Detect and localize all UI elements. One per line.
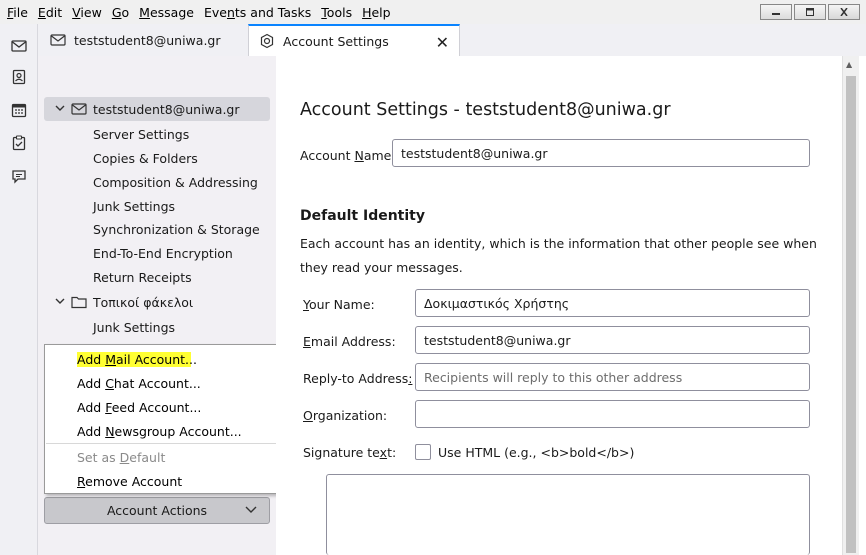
maximize-button[interactable] <box>794 4 826 20</box>
account-actions-label: Account Actions <box>106 503 208 518</box>
maximize-icon <box>806 8 814 16</box>
email-address-label: Email Address: <box>303 334 396 349</box>
tree-local-folders[interactable]: Τοπικοί φάκελοι <box>44 290 270 314</box>
tree-item-label: Composition & Addressing <box>93 174 258 190</box>
chevron-down-icon[interactable] <box>52 104 68 115</box>
account-name-field[interactable] <box>392 139 810 167</box>
tree-account-label: teststudent8@uniwa.gr <box>93 101 240 117</box>
menu-file[interactable]: File <box>3 5 32 20</box>
chat-icon[interactable] <box>9 166 29 186</box>
page-title: Account Settings - teststudent8@uniwa.gr <box>300 100 671 120</box>
tab-account-settings[interactable]: Account Settings ✕ <box>248 24 460 56</box>
organization-field[interactable] <box>415 400 810 428</box>
tree-item-copies-folders[interactable]: Copies & Folders <box>44 146 270 170</box>
organization-label: Organization: <box>303 408 388 423</box>
your-name-label: Your Name: <box>303 297 375 312</box>
menu-set-as-default: Set as Default <box>77 450 166 465</box>
menu-tools[interactable]: Tools <box>317 5 356 20</box>
minimize-button[interactable] <box>760 4 792 20</box>
menu-separator <box>46 443 292 444</box>
account-actions-button[interactable]: Account Actions <box>44 497 270 524</box>
reply-to-label: Reply-to Address: <box>303 371 413 386</box>
tab-mail[interactable]: teststudent8@uniwa.gr <box>40 24 246 56</box>
tasks-icon[interactable] <box>9 133 29 153</box>
tab-mail-label: teststudent8@uniwa.gr <box>74 32 221 48</box>
menu-remove-account[interactable]: Remove Account <box>77 471 182 493</box>
scroll-up-icon[interactable]: ▲ <box>846 60 852 69</box>
tree-item-label: Server Settings <box>93 126 190 142</box>
menu-add-newsgroup-account[interactable]: Add Newsgroup Account... <box>77 421 242 443</box>
tree-account[interactable]: teststudent8@uniwa.gr <box>44 97 270 121</box>
tree-item-e2e-encryption[interactable]: End-To-End Encryption <box>44 241 270 265</box>
menu-add-feed-account[interactable]: Add Feed Account... <box>77 397 201 419</box>
address-book-icon[interactable] <box>9 67 29 87</box>
chevron-down-icon[interactable] <box>52 297 68 308</box>
tree-item-sync-storage[interactable]: Synchronization & Storage <box>44 217 270 241</box>
mail-icon <box>70 101 88 117</box>
signature-textarea[interactable] <box>326 474 810 555</box>
account-name-label: Account Name: <box>300 148 396 163</box>
section-title: Default Identity <box>300 208 425 224</box>
calendar-icon[interactable] <box>9 100 29 120</box>
mail-icon <box>50 32 66 48</box>
close-tab-icon[interactable]: ✕ <box>436 33 449 52</box>
tree-item-label: Return Receipts <box>93 269 192 285</box>
tree-item-label: Junk Settings <box>93 198 176 214</box>
tree-item-junk-settings[interactable]: Junk Settings <box>44 194 270 218</box>
tree-item-label: End-To-End Encryption <box>93 245 233 261</box>
menu-help[interactable]: Help <box>358 5 395 20</box>
chevron-down-icon <box>245 503 257 517</box>
close-icon <box>840 8 848 16</box>
tab-settings-label: Account Settings <box>283 33 389 49</box>
menu-view[interactable]: View <box>68 5 106 20</box>
menu-bar: File Edit View Go Message Events and Tas… <box>0 0 866 24</box>
tree-item-composition[interactable]: Composition & Addressing <box>44 170 270 194</box>
menu-edit[interactable]: Edit <box>34 5 66 20</box>
use-html-checkbox[interactable] <box>415 444 431 460</box>
use-html-label: Use HTML (e.g., <b>bold</b>) <box>438 445 635 460</box>
minimize-icon <box>772 13 780 15</box>
close-window-button[interactable] <box>828 4 860 20</box>
account-actions-menu: Add Mail Account... Add Chat Account... … <box>44 344 294 494</box>
menu-add-mail-account[interactable]: Add Mail Account... <box>77 349 197 371</box>
tree-item-label: Junk Settings <box>93 319 176 335</box>
reply-to-field[interactable] <box>415 363 810 391</box>
tree-item-label: Copies & Folders <box>93 150 198 166</box>
folder-icon <box>70 294 88 310</box>
spaces-toolbar <box>0 24 38 555</box>
tree-item-local-junk-settings[interactable]: Junk Settings <box>44 315 270 339</box>
menu-events-and-tasks[interactable]: Events and Tasks <box>200 5 315 20</box>
menu-add-chat-account[interactable]: Add Chat Account... <box>77 373 201 395</box>
menu-go[interactable]: Go <box>108 5 133 20</box>
signature-label: Signature text: <box>303 445 397 460</box>
your-name-field[interactable] <box>415 289 810 317</box>
tree-item-return-receipts[interactable]: Return Receipts <box>44 265 270 289</box>
content-scrollbar[interactable]: ▲ <box>842 56 859 555</box>
tree-local-folders-label: Τοπικοί φάκελοι <box>93 294 194 310</box>
email-address-field[interactable] <box>415 326 810 354</box>
mail-space-icon[interactable] <box>9 36 29 56</box>
identity-description: Each account has an identity, which is t… <box>300 236 817 275</box>
menu-message[interactable]: Message <box>135 5 198 20</box>
window-controls <box>760 4 860 20</box>
tree-item-label: Synchronization & Storage <box>93 221 260 237</box>
gear-icon <box>259 33 275 49</box>
tree-item-server-settings[interactable]: Server Settings <box>44 122 270 146</box>
scrollbar-thumb[interactable] <box>846 76 856 553</box>
